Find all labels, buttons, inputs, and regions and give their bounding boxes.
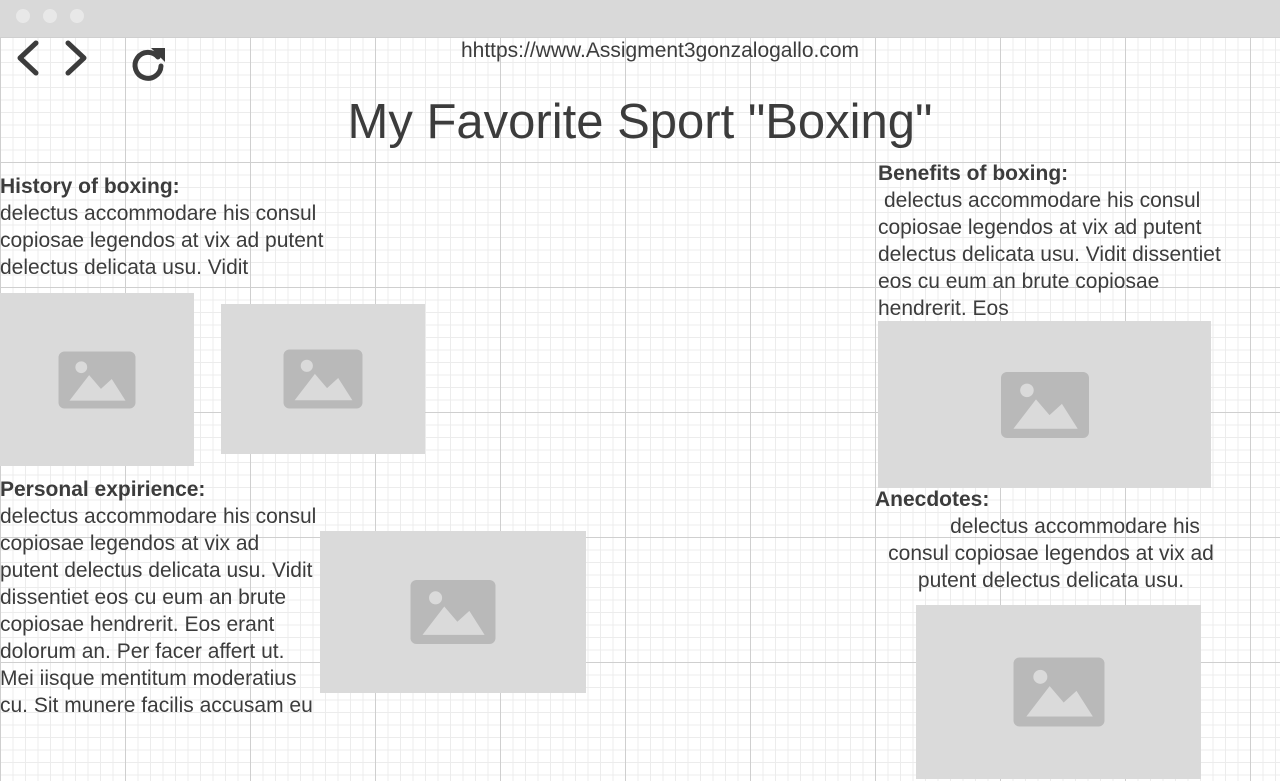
browser-titlebar [0,0,1280,37]
chevron-right-icon[interactable] [62,40,90,76]
anecdotes-heading: Anecdotes: [875,488,990,511]
benefits-heading: Benefits of boxing: [878,162,1069,185]
benefits-section: Benefits of boxing: delectus accommodare… [878,160,1240,322]
benefits-body: delectus accommodare his consul copiosae… [878,189,1221,320]
image-icon [1013,657,1104,727]
anecdotes-heading-block: Anecdotes: [875,486,1225,513]
image-icon [1000,371,1089,438]
history-image-2 [221,304,425,454]
chevron-left-icon[interactable] [14,40,42,76]
page-title: My Favorite Sport "Boxing" [347,95,933,149]
anecdotes-body: delectus accommodare his consul copiosae… [888,515,1214,592]
personal-heading: Personal expirience: [0,478,206,501]
window-dot-maximize[interactable] [70,9,84,23]
history-heading: History of boxing: [0,175,180,198]
personal-image [320,531,586,693]
image-icon [283,349,363,409]
personal-section: Personal expirience: delectus accommodar… [0,476,320,719]
reload-icon[interactable] [128,44,168,84]
history-image-1 [0,293,194,466]
image-icon [58,351,136,408]
window-dot-close[interactable] [16,9,30,23]
window-dot-minimize[interactable] [43,9,57,23]
history-section: History of boxing: delectus accommodare … [0,173,360,281]
history-body: delectus accommodare his consul copiosae… [0,202,324,279]
image-icon [410,580,496,644]
anecdotes-image [916,605,1201,779]
benefits-image [878,321,1211,488]
address-bar-url[interactable]: hhttps://www.Assigment3gonzalogallo.com [380,38,940,64]
personal-body: delectus accommodare his consul copiosae… [0,505,317,717]
